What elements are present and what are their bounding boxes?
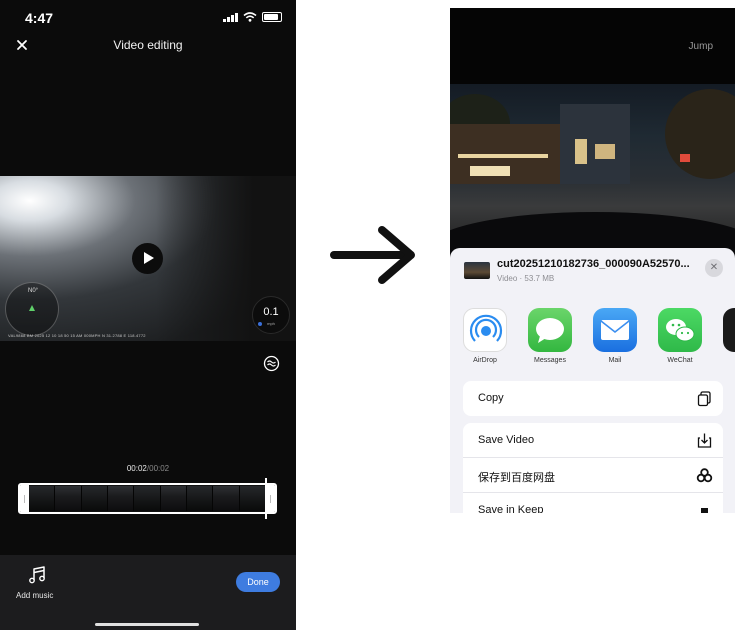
timeline-frame (239, 486, 266, 511)
page-title: Video editing (113, 38, 183, 52)
battery-icon (262, 12, 282, 22)
action-group-copy: Copy (463, 381, 723, 416)
timeline-frame (81, 486, 108, 511)
action-label: Save in Keep (478, 504, 544, 513)
compass-overlay: N0° (5, 282, 59, 336)
timecode: 00:02/00:02 (0, 464, 296, 473)
speed-indicator-dot (258, 322, 262, 326)
bottom-toolbar: Add music Done (0, 555, 296, 630)
video-thumbnail (450, 84, 735, 259)
right-arrow-icon (330, 226, 415, 284)
app-label: WeChat (667, 357, 693, 364)
home-indicator (95, 623, 199, 626)
app-label: AirDrop (473, 357, 497, 364)
share-app-airdrop[interactable]: AirDrop (462, 308, 508, 364)
done-button[interactable]: Done (236, 572, 280, 592)
file-meta: Video · 53.7 MB (497, 274, 555, 283)
share-app-mail[interactable]: Mail (592, 308, 638, 364)
cellular-signal-icon (223, 12, 238, 22)
status-icons (223, 12, 282, 22)
share-app-wechat[interactable]: WeChat (657, 308, 703, 364)
action-label: 保存到百度网盘 (478, 472, 555, 484)
timeline-frame (29, 486, 56, 511)
copy-icon (697, 391, 711, 407)
speed-value: 0.1 (263, 306, 279, 318)
playhead[interactable] (265, 478, 267, 519)
mail-icon (593, 308, 637, 352)
share-app-more[interactable] (722, 308, 735, 352)
timecode-total: /00:02 (146, 464, 170, 473)
speedometer: 0.1 mph (252, 296, 290, 334)
trim-handle-start[interactable] (20, 485, 29, 512)
play-button[interactable] (132, 243, 163, 274)
baidu-netdisk-icon (696, 468, 713, 483)
music-icon[interactable] (28, 565, 48, 585)
dashcam-info-strip: VAL9868 BM 2025 12 10 18 50 15 AM 000MPH… (8, 333, 146, 338)
wechat-icon (658, 308, 702, 352)
share-app-messages[interactable]: Messages (527, 308, 573, 364)
timeline-frame (160, 486, 187, 511)
timeline-frame (55, 486, 82, 511)
timeline-frame (107, 486, 135, 511)
share-screen: Jump cut20251210182736_000090A52570... V… (450, 8, 735, 513)
compass-arrow-icon (29, 305, 35, 311)
save-in-keep-action[interactable]: Save in Keep (463, 493, 723, 513)
app-label: Mail (608, 357, 622, 364)
top-nav: Video editing (0, 36, 296, 60)
share-apps-row: AirDrop Messages Mail WeChat (462, 308, 735, 368)
action-group-save: Save Video 保存到百度网盘 Save in Keep (463, 423, 723, 513)
timeline-frame (134, 486, 161, 511)
action-label: Save Video (478, 434, 535, 446)
timecode-current: 00:02 (126, 464, 147, 473)
compass-label: N0° (28, 288, 39, 294)
video-preview[interactable]: N0° VAL9868 BM 2025 12 10 18 50 15 AM 00… (0, 176, 296, 341)
status-bar: 4:47 (0, 0, 296, 36)
file-thumbnail (464, 262, 490, 279)
share-sheet: cut20251210182736_000090A52570... Video … (450, 248, 735, 513)
wifi-icon (243, 12, 257, 22)
app-icon (723, 308, 735, 352)
save-video-icon (697, 433, 712, 448)
close-share-button[interactable]: ✕ (705, 259, 723, 277)
app-label: Messages (534, 357, 566, 364)
timeline-frame (186, 486, 214, 511)
filter-icon[interactable] (263, 355, 280, 372)
messages-icon (528, 308, 572, 352)
video-editing-screen: 4:47 Video editing N0° VAL9868 BM 2025 1… (0, 0, 296, 630)
add-music-button[interactable]: Add music (16, 591, 53, 600)
keep-icon (701, 508, 708, 513)
trim-timeline[interactable] (18, 483, 277, 514)
baidu-netdisk-action[interactable]: 保存到百度网盘 (463, 458, 723, 493)
share-header: cut20251210182736_000090A52570... Video … (450, 248, 735, 294)
action-label: Copy (478, 392, 504, 404)
file-name: cut20251210182736_000090A52570... (497, 258, 690, 270)
status-time: 4:47 (25, 10, 54, 26)
trim-handle-end[interactable] (266, 485, 275, 512)
save-video-action[interactable]: Save Video (463, 423, 723, 458)
jump-button[interactable]: Jump (689, 41, 713, 52)
airdrop-icon (463, 308, 507, 352)
timeline-frame (213, 486, 240, 511)
timeline-frames (29, 486, 266, 511)
copy-action[interactable]: Copy (463, 381, 723, 416)
